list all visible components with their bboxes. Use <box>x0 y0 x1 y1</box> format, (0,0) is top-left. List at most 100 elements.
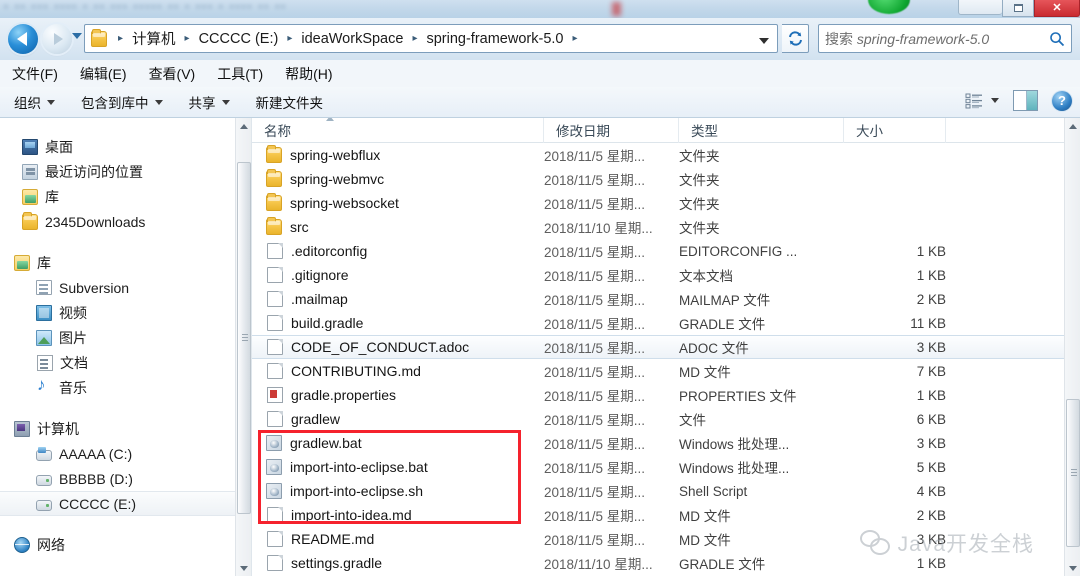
nav-item-pictures[interactable]: 图片 <box>0 325 236 350</box>
nav-item-videos[interactable]: 视频 <box>0 300 236 325</box>
table-row[interactable]: .editorconfig 2018/11/5 星期... EDITORCONFIG… <box>252 239 1080 263</box>
file-scroll-down-button[interactable] <box>1065 560 1080 576</box>
file-scroll-thumb[interactable] <box>1066 399 1080 547</box>
nav-item-music[interactable]: 音乐 <box>0 375 236 400</box>
file-list-scrollbar[interactable] <box>1064 118 1080 576</box>
search-input[interactable]: 搜索 spring-framework-5.0 <box>825 29 1049 49</box>
refresh-button[interactable] <box>782 24 809 53</box>
file-icon <box>267 363 283 379</box>
scroll-down-icon <box>1069 565 1077 571</box>
file-name-cell: gradle.properties <box>252 387 544 403</box>
share-button[interactable]: 共享 <box>189 92 230 112</box>
table-row[interactable]: gradlew 2018/11/5 星期... 文件 6 KB <box>252 407 1080 431</box>
help-button[interactable]: ? <box>1052 90 1072 111</box>
minimize-button[interactable] <box>958 0 1002 15</box>
organize-button[interactable]: 组织 <box>14 92 55 112</box>
maximize-button[interactable] <box>1002 0 1034 17</box>
table-row[interactable]: .mailmap 2018/11/5 星期... MAILMAP 文件 2 KB <box>252 287 1080 311</box>
nav-item-label: 2345Downloads <box>45 213 146 230</box>
nav-item-2345downloads[interactable]: 2345Downloads <box>0 209 236 234</box>
table-row[interactable]: gradle.properties 2018/11/5 星期... PROPERTI… <box>252 383 1080 407</box>
breadcrumb-item-0[interactable]: 计算机 <box>129 26 179 51</box>
scroll-up-icon <box>1069 123 1077 129</box>
nav-scroll-down-button[interactable] <box>236 560 251 576</box>
preview-pane-icon <box>1014 91 1027 110</box>
table-row[interactable]: CODE_OF_CONDUCT.adoc 2018/11/5 星期... ADOC … <box>252 335 1080 359</box>
table-row[interactable]: .gitignore 2018/11/5 星期... 文本文档 1 KB <box>252 263 1080 287</box>
table-row[interactable]: README.md 2018/11/5 星期... MD 文件 3 KB <box>252 527 1080 551</box>
table-row[interactable]: settings.gradle 2018/11/10 星期... GRADLE 文件… <box>252 551 1080 575</box>
table-row[interactable]: src 2018/11/10 星期... 文件夹 <box>252 215 1080 239</box>
file-type-cell: MAILMAP 文件 <box>679 293 771 308</box>
command-bar: 组织 包含到库中 共享 新建文件夹 ? <box>0 87 1080 118</box>
recent-places-icon <box>22 163 38 180</box>
table-row[interactable]: spring-webmvc 2018/11/5 星期... 文件夹 <box>252 167 1080 191</box>
search-icon <box>1050 31 1065 46</box>
file-type-cell: MD 文件 <box>679 533 731 548</box>
file-date-cell: 2018/11/5 星期... <box>544 509 646 524</box>
nav-item-desktop[interactable]: 桌面 <box>0 134 236 159</box>
address-path-box[interactable]: ▸ 计算机 ▸ CCCCC (E:) ▸ ideaWorkSpace ▸ spr… <box>84 24 778 53</box>
nav-scroll-up-button[interactable] <box>236 118 251 134</box>
nav-group-computer[interactable]: 计算机 <box>0 416 236 441</box>
table-row[interactable]: import-into-eclipse.bat 2018/11/5 星期... Wi… <box>252 455 1080 479</box>
nav-scroll-thumb[interactable] <box>237 162 251 514</box>
history-dropdown-icon[interactable] <box>72 33 82 39</box>
column-header-type[interactable]: 类型 <box>679 118 844 143</box>
nav-item-documents[interactable]: 文档 <box>0 350 236 375</box>
table-row[interactable]: spring-websocket 2018/11/5 星期... 文件夹 <box>252 191 1080 215</box>
folder-icon <box>266 169 282 187</box>
nav-item-drive-d[interactable]: BBBBB (D:) <box>0 466 236 491</box>
menu-item-tools[interactable]: 工具(T) <box>217 64 263 84</box>
file-name-cell: spring-websocket <box>252 193 544 211</box>
table-row[interactable]: spring-webflux 2018/11/5 星期... 文件夹 <box>252 143 1080 167</box>
file-name-cell: build.gradle <box>252 315 544 331</box>
file-scroll-up-button[interactable] <box>1065 118 1080 134</box>
nav-item-library[interactable]: 库 <box>0 184 236 209</box>
column-header-label: 大小 <box>856 124 883 139</box>
nav-item-label: 库 <box>45 188 59 205</box>
nav-item-subversion[interactable]: Subversion <box>0 275 236 300</box>
column-headers: 名称 修改日期 类型 大小 <box>252 118 1080 143</box>
nav-item-drive-e[interactable]: CCCCC (E:) <box>0 491 236 516</box>
menu-item-file[interactable]: 文件(F) <box>12 64 58 84</box>
column-header-date[interactable]: 修改日期 <box>544 118 679 143</box>
nav-item-recent-places[interactable]: 最近访问的位置 <box>0 159 236 184</box>
close-button[interactable]: ✕ <box>1034 0 1080 17</box>
file-name-cell: spring-webflux <box>252 145 544 163</box>
table-row[interactable]: import-into-idea.md 2018/11/5 星期... MD 文件 2… <box>252 503 1080 527</box>
nav-pane-scrollbar[interactable] <box>235 118 251 576</box>
file-icon <box>267 243 283 259</box>
chevron-down-icon[interactable] <box>759 38 769 44</box>
table-row[interactable]: gradlew.bat 2018/11/5 星期... Windows 批处理...… <box>252 431 1080 455</box>
file-name-cell: settings.gradle <box>252 555 544 571</box>
nav-group-library[interactable]: 库 <box>0 250 236 275</box>
file-name-label: gradle.properties <box>291 387 397 403</box>
table-row[interactable]: import-into-eclipse.sh 2018/11/5 星期... She… <box>252 479 1080 503</box>
nav-item-drive-c[interactable]: AAAAA (C:) <box>0 441 236 466</box>
file-type-cell: 文件夹 <box>679 173 720 188</box>
menu-item-view[interactable]: 查看(V) <box>149 64 196 84</box>
table-row[interactable]: build.gradle 2018/11/5 星期... GRADLE 文件 11 K… <box>252 311 1080 335</box>
breadcrumb-item-1[interactable]: CCCCC (E:) <box>196 29 282 49</box>
search-box[interactable]: 搜索 spring-framework-5.0 <box>818 24 1072 53</box>
menu-item-help[interactable]: 帮助(H) <box>285 64 332 84</box>
file-name-cell: CODE_OF_CONDUCT.adoc <box>252 339 544 355</box>
change-view-button[interactable] <box>965 92 999 110</box>
file-name-label: CODE_OF_CONDUCT.adoc <box>291 339 470 355</box>
nav-group-network[interactable]: 网络 <box>0 532 236 557</box>
preview-pane-button[interactable] <box>1013 90 1038 111</box>
table-row[interactable]: CONTRIBUTING.md 2018/11/5 星期... MD 文件 7 KB <box>252 359 1080 383</box>
back-button[interactable] <box>8 24 38 54</box>
new-folder-button[interactable]: 新建文件夹 <box>256 92 324 112</box>
forward-button[interactable] <box>42 24 72 54</box>
breadcrumb-item-3[interactable]: spring-framework-5.0 <box>423 29 566 49</box>
include-in-library-button[interactable]: 包含到库中 <box>81 92 163 112</box>
file-name-cell: CONTRIBUTING.md <box>252 363 544 379</box>
file-name-label: .editorconfig <box>291 243 368 259</box>
column-header-name[interactable]: 名称 <box>252 118 544 143</box>
breadcrumb-item-2[interactable]: ideaWorkSpace <box>298 29 406 49</box>
menu-item-edit[interactable]: 编辑(E) <box>80 64 127 84</box>
chevron-down-icon[interactable] <box>991 98 999 103</box>
column-header-size[interactable]: 大小 <box>844 118 946 143</box>
